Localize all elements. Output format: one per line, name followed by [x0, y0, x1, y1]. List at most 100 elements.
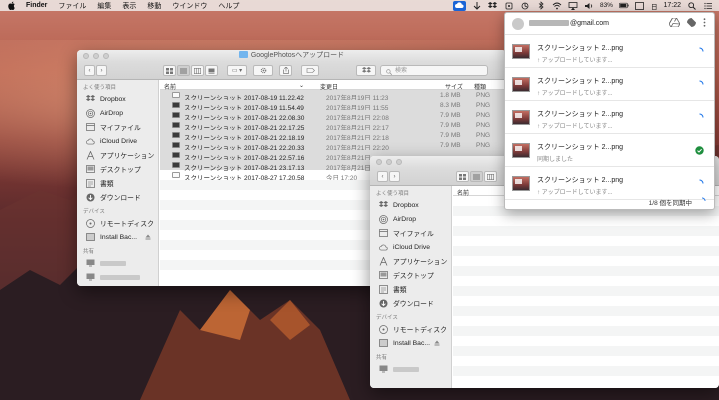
column-view-button[interactable] — [191, 65, 204, 76]
gd-file-item[interactable]: スクリーンショット 2...png ↑ アップロードしています... — [505, 68, 714, 101]
forward-button[interactable]: › — [96, 65, 107, 76]
sidebar-item-documents[interactable]: 書類 — [77, 176, 158, 190]
back-button[interactable]: ‹ — [84, 65, 95, 76]
file-row[interactable]: スクリーンショット 2017-08-21 22.17.25 2017年8月21日… — [160, 120, 506, 132]
sort-indicator[interactable]: ⌄ — [299, 82, 304, 89]
sidebar-item-shared-host[interactable] — [370, 362, 451, 376]
image-file-icon — [172, 172, 180, 178]
zoom-button[interactable] — [396, 159, 402, 165]
back-button[interactable]: ‹ — [377, 171, 388, 182]
bluetooth-icon[interactable] — [536, 1, 546, 10]
menu-help[interactable]: ヘルプ — [218, 1, 239, 11]
sidebar-header-shared: 共有 — [376, 355, 388, 361]
file-row[interactable]: スクリーンショット 2017-08-19 11.54.49 2017年8月19日… — [160, 100, 506, 112]
sidebar-item-documents[interactable]: 書類 — [370, 282, 451, 296]
grid-icon — [166, 67, 173, 74]
sidebar-item-all-files[interactable]: マイファイル — [370, 226, 451, 240]
menu-go[interactable]: 移動 — [147, 1, 161, 11]
sidebar-item-desktop[interactable]: デスクトップ — [77, 162, 158, 176]
battery-icon[interactable] — [619, 1, 629, 10]
close-button[interactable] — [376, 159, 382, 165]
eject-icon[interactable] — [434, 340, 440, 346]
minimize-button[interactable] — [386, 159, 392, 165]
sidebar-item-all-files[interactable]: マイファイル — [77, 120, 158, 134]
photos-icon[interactable] — [687, 18, 696, 27]
sidebar-item-install-disk[interactable]: Install Bac... — [77, 230, 158, 244]
minimize-button[interactable] — [93, 53, 99, 59]
menu-app-name[interactable]: Finder — [26, 2, 47, 9]
sidebar-item-downloads[interactable]: ダウンロード — [370, 296, 451, 310]
file-row[interactable]: スクリーンショット 2017-08-21 22.08.30 2017年8月21日… — [160, 110, 506, 122]
dropbox-toolbar-button[interactable] — [356, 65, 376, 76]
sync-icon[interactable] — [520, 1, 530, 10]
share-button[interactable] — [279, 65, 292, 76]
list-view-button[interactable] — [470, 171, 483, 182]
sidebar-item-desktop[interactable]: デスクトップ — [370, 268, 451, 282]
window-titlebar[interactable]: GooglePhotosへアップロード — [77, 50, 506, 62]
menu-file[interactable]: ファイル — [58, 1, 86, 11]
redacted-host-name — [100, 260, 126, 266]
tags-button[interactable] — [301, 65, 319, 76]
input-source-icon[interactable] — [635, 1, 645, 10]
columns-icon — [194, 67, 201, 74]
file-row[interactable]: スクリーンショット 2017-08-21 22.18.19 2017年8月21日… — [160, 130, 506, 142]
sidebar-item-icloud-drive[interactable]: iCloud Drive — [77, 134, 158, 148]
list-view-button[interactable] — [177, 65, 190, 76]
forward-button[interactable]: › — [389, 171, 400, 182]
airplay-icon[interactable] — [568, 1, 578, 10]
menubar-day[interactable]: 日 — [651, 1, 658, 11]
menubar-clock[interactable]: 17:22 — [663, 2, 681, 9]
sidebar-item-shared-host[interactable] — [77, 256, 158, 270]
google-drive-icon[interactable] — [669, 18, 680, 27]
menu-edit[interactable]: 編集 — [97, 1, 111, 11]
sidebar-item-dropbox[interactable]: Dropbox — [370, 198, 451, 212]
sidebar-item-shared-host-2[interactable] — [77, 270, 158, 284]
icon-view-button[interactable] — [163, 65, 176, 76]
apple-icon[interactable] — [8, 1, 16, 10]
image-file-icon — [172, 122, 180, 128]
close-button[interactable] — [83, 53, 89, 59]
google-drive-status-icon[interactable] — [452, 0, 466, 11]
icon-view-button[interactable] — [456, 171, 469, 182]
sidebar-item-icloud-drive[interactable]: iCloud Drive — [370, 240, 451, 254]
sidebar-item-remote-disc[interactable]: リモートディスク — [370, 322, 451, 336]
file-size: 7.9 MB — [440, 121, 461, 129]
sidebar-item-install-disk[interactable]: Install Bac... — [370, 336, 451, 350]
file-row[interactable]: スクリーンショット 2017-08-21 22.20.33 2017年8月21日… — [160, 140, 506, 152]
sidebar-item-downloads[interactable]: ダウンロード — [77, 190, 158, 204]
file-row[interactable]: スクリーンショット 2017-08-19 11.22.42 2017年8月19日… — [160, 90, 506, 102]
column-view-button[interactable] — [484, 171, 497, 182]
eject-icon[interactable] — [145, 234, 151, 240]
list-icon — [473, 174, 480, 179]
search-field[interactable]: 検索 — [380, 65, 488, 76]
action-button[interactable] — [253, 65, 273, 76]
gd-file-item[interactable]: スクリーンショット 2...png ↑ アップロードしています... — [505, 101, 714, 134]
menu-window[interactable]: ウインドウ — [172, 1, 207, 11]
battery-percent[interactable]: 83% — [600, 2, 613, 9]
arrow-status-icon[interactable] — [472, 1, 482, 10]
sidebar-item-airdrop[interactable]: AirDrop — [77, 106, 158, 120]
gallery-view-button[interactable] — [205, 65, 218, 76]
more-vertical-icon[interactable] — [703, 18, 706, 27]
gd-file-item[interactable]: スクリーンショット 2...png ↑ アップロードしています... — [505, 35, 714, 68]
gear-icon — [260, 67, 266, 74]
sidebar-item-dropbox[interactable]: Dropbox — [77, 92, 158, 106]
sidebar-item-applications[interactable]: アプリケーション — [370, 254, 451, 268]
sidebar-item-applications[interactable]: アプリケーション — [77, 148, 158, 162]
image-file-icon — [172, 132, 180, 138]
sidebar-item-airdrop[interactable]: AirDrop — [370, 212, 451, 226]
menu-view[interactable]: 表示 — [122, 1, 136, 11]
disk-icon — [86, 233, 95, 242]
arrange-button[interactable]: ▭ ▾ — [227, 65, 247, 76]
spotlight-icon[interactable] — [687, 1, 697, 10]
evernote-icon[interactable] — [504, 1, 514, 10]
volume-icon[interactable] — [584, 1, 594, 10]
download-icon — [379, 299, 388, 308]
dropbox-menubar-icon[interactable] — [488, 1, 498, 10]
sidebar-item-remote-disc[interactable]: リモートディスク — [77, 216, 158, 230]
gd-file-item[interactable]: スクリーンショット 2...png 同期しました — [505, 134, 714, 167]
gd-file-name: スクリーンショット 2...png — [537, 111, 624, 118]
zoom-button[interactable] — [103, 53, 109, 59]
wifi-icon[interactable] — [552, 1, 562, 10]
notification-center-icon[interactable] — [703, 1, 713, 10]
